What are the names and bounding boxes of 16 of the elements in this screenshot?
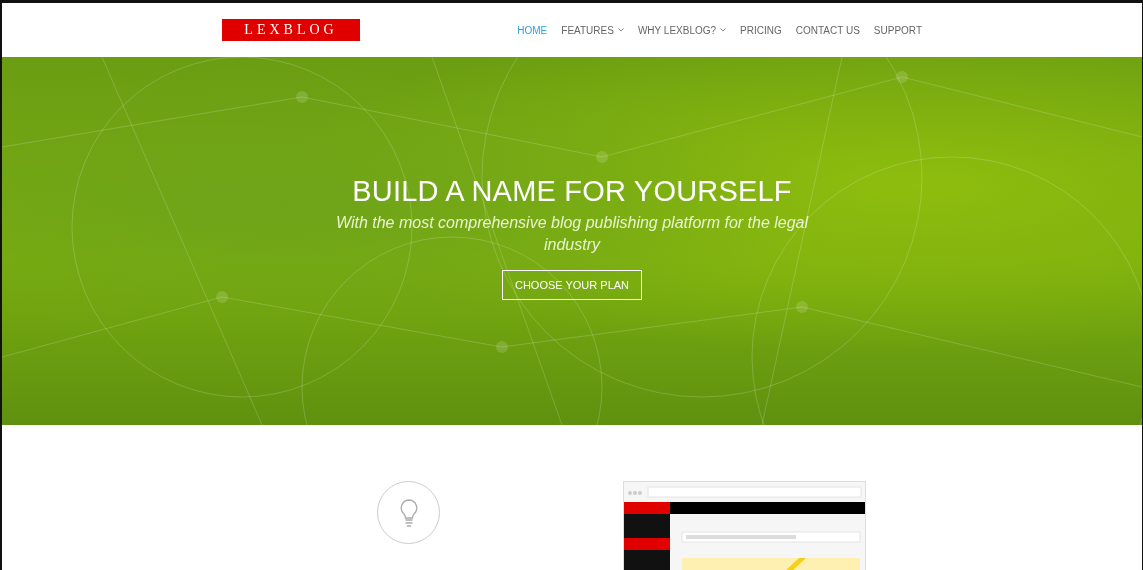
nav-link[interactable]: FEATURES	[561, 24, 624, 36]
chevron-down-icon	[617, 28, 624, 32]
node-dot	[796, 301, 808, 313]
nav-link[interactable]: PRICING	[740, 24, 782, 36]
nav-link[interactable]: SUPPORT	[873, 24, 922, 36]
chevron-down-icon	[720, 28, 727, 32]
nav-link[interactable]: CONTACT US	[795, 24, 860, 36]
hero-title: BUILD A NAME FOR YOURSELF	[352, 174, 792, 208]
hero-subtitle: With the most comprehensive blog publishing platform for the legal industry	[334, 212, 810, 255]
nav-link[interactable]: WHY LEXBLOG?	[637, 24, 727, 36]
node-dot	[896, 71, 908, 83]
node-dot	[296, 91, 308, 103]
logo[interactable]: LEXBLOG	[222, 19, 360, 41]
node-dot	[496, 341, 508, 353]
node-dot	[596, 151, 608, 163]
node-dot	[216, 291, 228, 303]
